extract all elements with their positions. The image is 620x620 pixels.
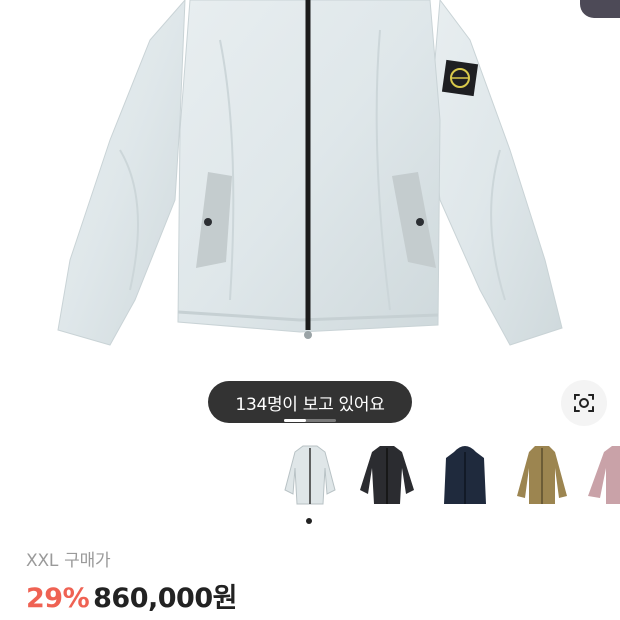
jacket-image (57, 0, 563, 346)
viewers-badge: 134명이 보고 있어요 (208, 381, 412, 423)
thumbnail-pink[interactable] (582, 438, 620, 512)
jacket-thumb-khaki (517, 446, 567, 504)
image-pager-thumb (284, 419, 306, 422)
jacket-thumb-black (360, 446, 414, 504)
jacket-thumb-navy (444, 446, 486, 504)
image-search-icon (574, 394, 594, 412)
jacket-thumb-light-grey (284, 445, 336, 505)
image-search-button[interactable] (561, 380, 607, 426)
thumbnail-black[interactable] (350, 438, 424, 512)
color-thumbnails (0, 438, 620, 518)
price: 860,000원 (93, 583, 237, 614)
purchase-price-label: 구매가 (64, 551, 111, 571)
thumbnail-light-grey[interactable] (273, 438, 347, 512)
selected-thumbnail-indicator (306, 518, 312, 524)
product-image[interactable]: 134명이 보고 있어요 (0, 0, 620, 430)
size-label: XXL (26, 551, 59, 571)
size-price-label: XXL 구매가 (26, 546, 237, 572)
price-block: XXL 구매가 29% 860,000원 (26, 546, 237, 614)
jacket-thumb-pink (588, 446, 620, 504)
image-pager (284, 419, 336, 422)
thumbnail-khaki[interactable] (505, 438, 579, 512)
price-line: 29% 860,000원 (26, 576, 237, 614)
thumbnail-navy[interactable] (428, 438, 502, 512)
discount-rate: 29% (26, 583, 90, 614)
